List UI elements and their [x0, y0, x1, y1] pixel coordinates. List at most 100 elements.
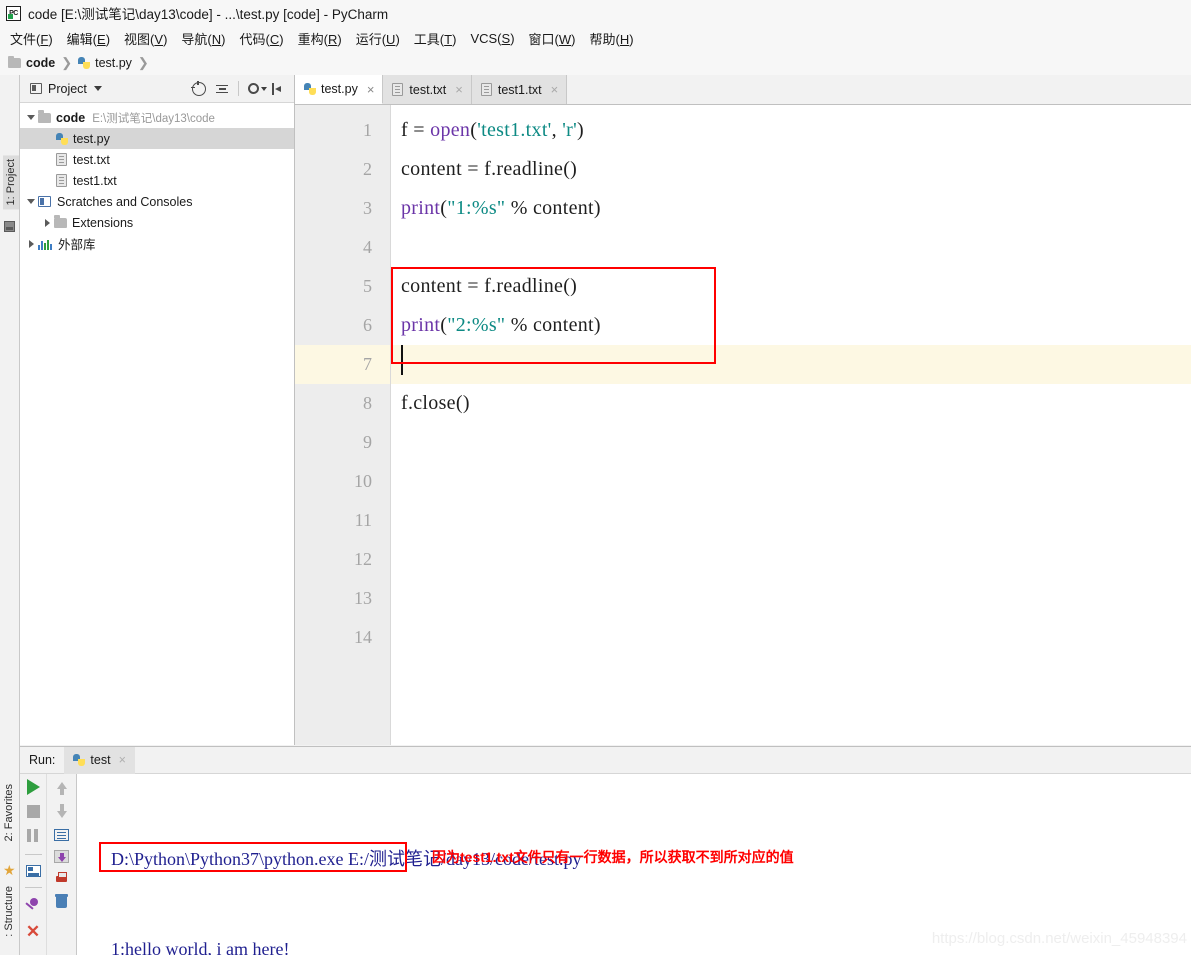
menu-item-edit[interactable]: 编辑(E) — [60, 27, 117, 50]
breadcrumb-item-root[interactable]: code — [8, 55, 55, 70]
expand-arrow-icon[interactable] — [24, 199, 38, 204]
sidebar-item-structure[interactable]: : Structure — [3, 886, 15, 937]
code-line-3[interactable]: print("1:%s" % content) — [391, 189, 1191, 228]
project-panel: Project code E:\测试笔记\day13\code test.py — [20, 75, 295, 745]
tab-test-py[interactable]: test.py × — [295, 75, 384, 104]
code-line-9[interactable] — [391, 423, 1191, 462]
scroll-to-end-icon[interactable] — [54, 850, 69, 863]
toolbar-divider — [238, 81, 239, 96]
folder-icon — [8, 55, 21, 68]
line-number-gutter: 1 2 3 4 5 6 7 8 9 10 11 12 13 14 — [295, 105, 391, 745]
code-line-4[interactable] — [391, 228, 1191, 267]
code-line-7[interactable] — [391, 345, 1191, 384]
pause-icon[interactable] — [25, 828, 41, 844]
scroll-up-icon[interactable] — [54, 779, 70, 795]
menu-item-navigate[interactable]: 导航(N) — [174, 27, 232, 50]
run-toolbar-right — [47, 774, 77, 955]
tree-node-extensions[interactable]: Extensions — [20, 212, 294, 233]
scroll-from-source-icon[interactable] — [191, 80, 206, 96]
trash-icon[interactable] — [55, 894, 68, 908]
menu-mnemonic: S — [501, 31, 511, 46]
breadcrumb-file-label: test.py — [95, 56, 132, 70]
expand-arrow-icon[interactable] — [24, 115, 38, 120]
close-icon[interactable]: × — [551, 82, 559, 97]
annotation-box-console — [99, 842, 407, 872]
menu-item-help[interactable]: 帮助(H) — [583, 27, 641, 50]
tree-node-code[interactable]: code E:\测试笔记\day13\code — [20, 107, 294, 128]
settings-gear-icon[interactable] — [248, 82, 267, 96]
structure-toggle-icon[interactable] — [4, 221, 15, 232]
tab-test-txt[interactable]: test.txt × — [383, 75, 472, 104]
menu-item-window[interactable]: 窗口(W) — [522, 27, 583, 50]
menu-mnemonic: F — [40, 32, 49, 47]
code-lines[interactable]: f = open('test1.txt', 'r') content = f.r… — [391, 105, 1191, 745]
line-number: 11 — [354, 510, 372, 530]
menu-item-tools[interactable]: 工具(T) — [407, 27, 464, 50]
code-line-8[interactable]: f.close() — [391, 384, 1191, 423]
line-number: 9 — [363, 432, 372, 452]
code-line-11[interactable] — [391, 501, 1191, 540]
menu-label: 导航 — [181, 32, 208, 47]
run-tab-label: test — [90, 753, 111, 767]
print-icon[interactable] — [54, 872, 69, 885]
tree-node-label: test1.txt — [73, 173, 117, 188]
close-icon[interactable]: × — [455, 82, 463, 97]
toolbar-divider — [24, 887, 42, 888]
soft-wrap-icon[interactable] — [54, 829, 69, 841]
collapse-all-icon[interactable] — [215, 82, 229, 96]
menu-item-vcs[interactable]: VCS(S) — [463, 29, 521, 48]
code-line-14[interactable] — [391, 618, 1191, 657]
tab-label: test.py — [321, 82, 358, 96]
run-panel-label: Run: — [29, 753, 56, 767]
expand-arrow-icon[interactable] — [40, 218, 54, 227]
code-line-12[interactable] — [391, 540, 1191, 579]
text-file-icon — [480, 83, 492, 96]
close-icon[interactable]: × — [367, 82, 375, 97]
menu-item-code[interactable]: 代码(C) — [233, 27, 291, 50]
code-line-10[interactable] — [391, 462, 1191, 501]
menu-mnemonic: R — [327, 32, 338, 47]
expand-arrow-icon[interactable] — [24, 239, 38, 248]
python-file-icon — [304, 83, 316, 95]
run-icon[interactable] — [26, 779, 40, 795]
menu-item-run[interactable]: 运行(U) — [349, 27, 407, 50]
project-panel-title-group[interactable]: Project — [30, 82, 102, 96]
tree-node-label: Extensions — [72, 215, 134, 230]
code-line-1[interactable]: f = open('test1.txt', 'r') — [391, 111, 1191, 150]
close-icon[interactable]: ✕ — [25, 923, 41, 940]
title-bar: PC code [E:\测试笔记\day13\code] - ...\test.… — [0, 0, 1191, 26]
python-file-icon — [56, 132, 68, 145]
scroll-down-icon[interactable] — [54, 804, 70, 820]
code-line-6[interactable]: print("2:%s" % content) — [391, 306, 1191, 345]
run-tab-test[interactable]: test × — [64, 746, 135, 774]
pin-icon[interactable] — [25, 898, 41, 914]
breadcrumb-separator-2: ❯ — [137, 55, 149, 70]
hide-panel-icon[interactable] — [271, 82, 285, 96]
tree-node-external-libraries[interactable]: 外部库 — [20, 233, 294, 254]
run-tab-bar: Run: test × — [20, 746, 1191, 774]
chevron-down-icon[interactable] — [93, 86, 102, 91]
code-line-5[interactable]: content = f.readline() — [391, 267, 1191, 306]
tree-node-test-txt[interactable]: test.txt — [20, 149, 294, 170]
menu-item-file[interactable]: 文件(F) — [3, 27, 60, 50]
code-line-2[interactable]: content = f.readline() — [391, 150, 1191, 189]
code-line-13[interactable] — [391, 579, 1191, 618]
menu-item-view[interactable]: 视图(V) — [117, 27, 174, 50]
tree-node-test-py[interactable]: test.py — [20, 128, 294, 149]
stop-icon[interactable] — [26, 805, 40, 818]
breadcrumb-item-file[interactable]: test.py — [78, 56, 132, 70]
sidebar-item-project[interactable]: 1: Project — [3, 155, 19, 210]
tree-node-scratches[interactable]: Scratches and Consoles — [20, 191, 294, 212]
menu-item-refactor[interactable]: 重构(R) — [291, 27, 349, 50]
run-panel: Run: test × ✕ D:\Python\Python37\python.… — [20, 746, 1191, 955]
tree-node-label: Scratches and Consoles — [57, 194, 193, 209]
line-number-current: 7 — [295, 345, 390, 384]
tab-test1-txt[interactable]: test1.txt × — [471, 75, 568, 104]
sidebar-item-favorites[interactable]: 2: Favorites — [3, 784, 15, 841]
layout-icon[interactable] — [25, 865, 41, 877]
console-output[interactable]: D:\Python\Python37\python.exe E:/测试笔记/da… — [77, 774, 1191, 955]
tree-node-test1-txt[interactable]: test1.txt — [20, 170, 294, 191]
close-icon[interactable]: × — [119, 753, 126, 767]
line-number: 4 — [363, 237, 372, 257]
code-editor[interactable]: 1 2 3 4 5 6 7 8 9 10 11 12 13 14 f = ope… — [295, 105, 1191, 745]
